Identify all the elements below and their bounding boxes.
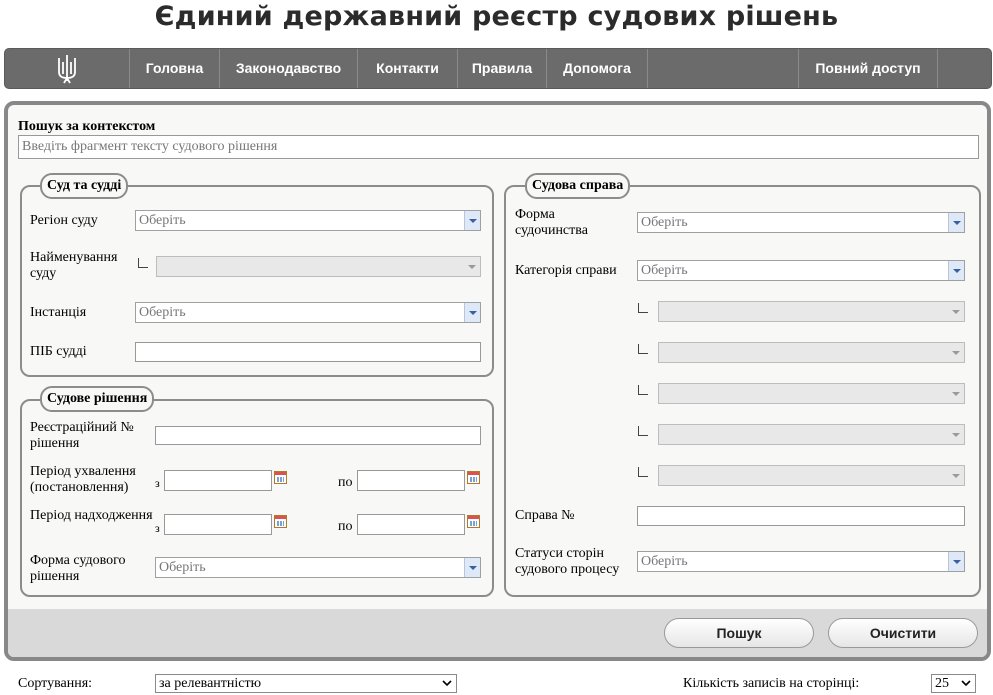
receipt-from-input[interactable] <box>164 514 272 535</box>
tree-branch-icon <box>638 344 648 354</box>
nav-legislation[interactable]: Законодавство <box>220 49 358 88</box>
calendar-icon[interactable] <box>467 515 480 528</box>
category-select-value: Оберіть <box>641 263 688 278</box>
clear-button[interactable]: Очистити <box>828 618 978 648</box>
context-search-label: Пошук за контекстом <box>18 119 156 134</box>
tree-branch-icon <box>638 426 648 436</box>
chevron-down-icon[interactable] <box>464 303 480 322</box>
adoption-from-label: з <box>155 476 160 490</box>
per-page-select-value: 25 <box>935 676 949 691</box>
receipt-from-label: з <box>155 521 160 535</box>
sort-select[interactable]: за релевантністю <box>155 674 457 693</box>
chevron-down-icon <box>961 680 971 687</box>
reg-number-label: Реєстраційний № рішення <box>30 420 134 451</box>
nav-help[interactable]: Допомога <box>547 49 648 88</box>
judge-input[interactable] <box>135 342 481 362</box>
chevron-down-icon <box>948 384 964 403</box>
chevron-down-icon[interactable] <box>464 211 480 230</box>
logo[interactable] <box>5 49 130 88</box>
trident-icon <box>58 55 76 84</box>
nav-full-access[interactable]: Повний доступ <box>798 49 938 88</box>
chevron-down-icon[interactable] <box>464 558 480 577</box>
receipt-to-label: по <box>338 519 353 534</box>
tree-branch-icon <box>638 467 648 477</box>
decision-form-select[interactable]: Оберіть <box>155 557 481 578</box>
receipt-period-label: Період надходження <box>30 508 153 523</box>
chevron-down-icon <box>948 466 964 485</box>
calendar-icon[interactable] <box>274 471 287 484</box>
nav-rules[interactable]: Правила <box>458 49 547 88</box>
site-title: Єдиний державний реєстр судових рішень <box>154 1 839 32</box>
proceeding-form-value: Оберіть <box>641 215 688 230</box>
calendar-icon[interactable] <box>274 515 287 528</box>
party-status-value: Оберіть <box>641 554 688 569</box>
chevron-down-icon[interactable] <box>948 213 964 232</box>
main-nav: Головна Законодавство Контакти Правила Д… <box>4 48 992 89</box>
subcategory-select-2[interactable] <box>658 342 965 363</box>
region-select-value: Оберіть <box>139 213 186 228</box>
party-status-select[interactable]: Оберіть <box>637 551 965 572</box>
adoption-from-input[interactable] <box>164 470 272 491</box>
court-decision-legend: Судове рішення <box>40 386 155 412</box>
tree-branch-icon <box>638 303 648 313</box>
instance-select-value: Оберіть <box>139 305 186 320</box>
case-number-input[interactable] <box>637 506 965 526</box>
adoption-to-label: по <box>338 475 353 490</box>
chevron-down-icon[interactable] <box>948 552 964 571</box>
instance-select[interactable]: Оберіть <box>135 302 481 323</box>
court-name-label: Найменування суду <box>30 250 118 281</box>
per-page-label: Кількість записів на сторінці: <box>683 676 860 691</box>
adoption-period-label: Період ухвалення (постановлення) <box>30 464 136 495</box>
subcategory-select-5[interactable] <box>658 465 965 486</box>
decision-form-value: Оберіть <box>159 560 206 575</box>
action-bar: Пошук Очистити <box>8 609 987 657</box>
proceeding-form-label: Форма судочинства <box>515 207 588 238</box>
receipt-to-input[interactable] <box>357 514 465 535</box>
search-panel: Пошук за контекстом Введіть фрагмент тек… <box>4 101 991 661</box>
court-judges-legend: Суд та судді <box>40 173 129 199</box>
chevron-down-icon <box>948 302 964 321</box>
subcategory-select-4[interactable] <box>658 424 965 445</box>
party-status-label: Статуси сторін судового процесу <box>515 546 620 577</box>
tree-branch-icon <box>138 258 148 268</box>
chevron-down-icon <box>464 257 480 276</box>
court-name-select[interactable] <box>156 256 481 277</box>
judge-label: ПІБ судді <box>30 344 87 359</box>
search-button[interactable]: Пошук <box>664 618 814 648</box>
calendar-icon[interactable] <box>467 471 480 484</box>
tree-branch-icon <box>638 385 648 395</box>
court-case-legend: Судова справа <box>525 173 631 199</box>
adoption-to-input[interactable] <box>357 470 465 491</box>
context-search-input[interactable]: Введіть фрагмент тексту судового рішення <box>18 135 979 159</box>
per-page-select[interactable]: 25 <box>931 674 976 693</box>
chevron-down-icon <box>948 425 964 444</box>
nav-home[interactable]: Головна <box>130 49 220 88</box>
nav-contacts[interactable]: Контакти <box>358 49 458 88</box>
chevron-down-icon[interactable] <box>948 261 964 280</box>
subcategory-select-3[interactable] <box>658 383 965 404</box>
case-number-label: Справа № <box>515 508 575 523</box>
chevron-down-icon <box>948 343 964 362</box>
category-label: Категорія справи <box>515 263 617 278</box>
instance-label: Інстанція <box>30 305 87 320</box>
category-select[interactable]: Оберіть <box>637 260 965 281</box>
region-select[interactable]: Оберіть <box>135 210 481 231</box>
chevron-down-icon <box>442 680 452 687</box>
region-label: Регіон суду <box>30 213 98 228</box>
sort-select-value: за релевантністю <box>159 676 262 691</box>
decision-form-label: Форма судового рішення <box>30 553 126 584</box>
sort-label: Сортування: <box>18 676 93 691</box>
subcategory-select-1[interactable] <box>658 301 965 322</box>
proceeding-form-select[interactable]: Оберіть <box>637 212 965 233</box>
reg-number-input[interactable] <box>155 426 481 445</box>
